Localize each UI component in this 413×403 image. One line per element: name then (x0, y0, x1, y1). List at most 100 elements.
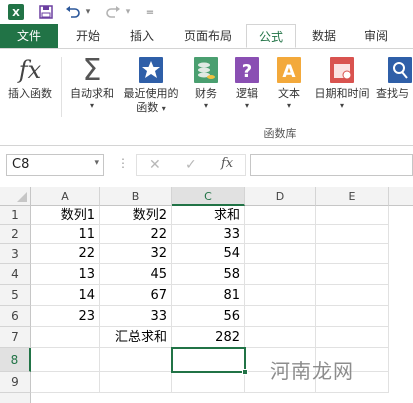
name-box-dropdown-icon[interactable]: ▾ (94, 158, 99, 168)
text-button[interactable]: A 文本 ▾ (270, 53, 308, 110)
row-header-6[interactable]: 6 (0, 306, 31, 327)
cell-c1[interactable]: 求和 (172, 206, 245, 225)
financial-button[interactable]: 财务 ▾ (186, 53, 226, 110)
cell-a4[interactable]: 13 (31, 264, 100, 285)
cell-c2[interactable]: 33 (172, 225, 245, 244)
cell-d3[interactable] (245, 244, 316, 264)
logic-icon: ? (228, 53, 266, 87)
cell-e5[interactable] (316, 285, 389, 306)
insert-function-button[interactable]: fx 插入函数 (2, 53, 58, 101)
tab-page-layout[interactable]: 页面布局 (172, 24, 244, 48)
customize-toolbar-icon[interactable]: = (144, 3, 156, 21)
cell-c7[interactable]: 282 (172, 327, 245, 348)
row-header-10[interactable] (0, 393, 31, 403)
save-icon[interactable] (38, 3, 54, 21)
cell-c3[interactable]: 54 (172, 244, 245, 264)
logical-label: 逻辑 (236, 87, 258, 100)
cell-e2[interactable] (316, 225, 389, 244)
cell-a7[interactable] (31, 327, 100, 348)
row-header-7[interactable]: 7 (0, 327, 31, 348)
cell-b2[interactable]: 22 (100, 225, 172, 244)
logical-button[interactable]: ? 逻辑 ▾ (228, 53, 266, 110)
row-header-4[interactable]: 4 (0, 264, 31, 285)
cell-b3[interactable]: 32 (100, 244, 172, 264)
tab-file[interactable]: 文件 (0, 24, 58, 48)
cell-a5[interactable]: 14 (31, 285, 100, 306)
cell-e3[interactable] (316, 244, 389, 264)
cell-d4[interactable] (245, 264, 316, 285)
cell-c8[interactable] (172, 348, 245, 372)
cancel-icon[interactable]: ✕ (149, 157, 161, 173)
cell-b8[interactable] (100, 348, 172, 372)
insert-function-fx-icon[interactable]: fx (221, 156, 233, 171)
cell-c4[interactable]: 58 (172, 264, 245, 285)
cell-b4[interactable]: 45 (100, 264, 172, 285)
finance-icon (186, 53, 226, 87)
tab-review[interactable]: 审阅 (352, 24, 400, 48)
undo-dropdown-icon[interactable]: ▾ (83, 3, 93, 21)
excel-logo-icon: X (8, 3, 24, 21)
row-header-8[interactable]: 8 (0, 348, 31, 372)
column-header-e[interactable]: E (316, 187, 389, 206)
svg-text:X: X (12, 8, 20, 19)
cell-e6[interactable] (316, 306, 389, 327)
column-header-c[interactable]: C (172, 187, 245, 206)
financial-label: 财务 (195, 87, 217, 100)
cell-a3[interactable]: 22 (31, 244, 100, 264)
row-header-1[interactable]: 1 (0, 206, 31, 225)
cell-a6[interactable]: 23 (31, 306, 100, 327)
row-header-3[interactable]: 3 (0, 244, 31, 264)
tab-formulas[interactable]: 公式 (246, 24, 296, 48)
cell-a1[interactable]: 数列1 (31, 206, 100, 225)
cell-a9[interactable] (31, 372, 100, 393)
recently-used-button[interactable]: 最近使用的 函数 ▾ (120, 53, 182, 115)
cell-a2[interactable]: 11 (31, 225, 100, 244)
undo-icon[interactable] (64, 3, 82, 21)
cell-e7[interactable] (316, 327, 389, 348)
enter-check-icon[interactable]: ✓ (185, 157, 197, 173)
row-header-2[interactable]: 2 (0, 225, 31, 244)
cell-d2[interactable] (245, 225, 316, 244)
row-header-9[interactable]: 9 (0, 372, 31, 393)
lookup-button[interactable]: 查找与 (376, 53, 413, 101)
fill-handle[interactable] (242, 369, 248, 375)
redo-icon[interactable] (104, 3, 122, 21)
autosum-label: 自动求和 (70, 87, 114, 100)
cell-b6[interactable]: 33 (100, 306, 172, 327)
date-time-button[interactable]: 日期和时间 ▾ (310, 53, 374, 110)
row-header-5[interactable]: 5 (0, 285, 31, 306)
cell-b5[interactable]: 67 (100, 285, 172, 306)
select-all-corner[interactable] (0, 187, 31, 206)
cell-c9[interactable] (172, 372, 245, 393)
cell-d5[interactable] (245, 285, 316, 306)
logical-caret-icon: ▾ (244, 101, 249, 110)
cell-d6[interactable] (245, 306, 316, 327)
cell-c6[interactable]: 56 (172, 306, 245, 327)
cell-d1[interactable] (245, 206, 316, 225)
redo-dropdown-icon[interactable]: ▾ (123, 3, 133, 21)
formula-input[interactable] (250, 154, 413, 176)
cell-e4[interactable] (316, 264, 389, 285)
column-header-f[interactable] (389, 187, 413, 206)
cell-a8[interactable] (31, 348, 100, 372)
group-label-function-library: 函数库 (263, 127, 297, 140)
cell-b7[interactable]: 汇总求和 (100, 327, 172, 348)
column-header-d[interactable]: D (245, 187, 316, 206)
cell-d7[interactable] (245, 327, 316, 348)
cell-b9[interactable] (100, 372, 172, 393)
column-header-b[interactable]: B (100, 187, 172, 206)
insert-function-label: 插入函数 (8, 87, 52, 100)
tab-data[interactable]: 数据 (300, 24, 348, 48)
name-box[interactable]: C8 ▾ (6, 154, 104, 176)
autosum-button[interactable]: Σ 自动求和 ▾ (64, 53, 120, 111)
cell-c5[interactable]: 81 (172, 285, 245, 306)
cell-e1[interactable] (316, 206, 389, 225)
tab-home[interactable]: 开始 (62, 24, 114, 48)
tab-insert[interactable]: 插入 (116, 24, 168, 48)
cell-b1[interactable]: 数列2 (100, 206, 172, 225)
star-icon (120, 53, 182, 87)
column-header-a[interactable]: A (31, 187, 100, 206)
calendar-icon (310, 53, 374, 87)
worksheet-grid[interactable]: A B C D E 1 2 3 4 5 6 7 8 9 数列1 数列2 求和 1… (0, 187, 413, 403)
svg-text:A: A (282, 62, 296, 82)
